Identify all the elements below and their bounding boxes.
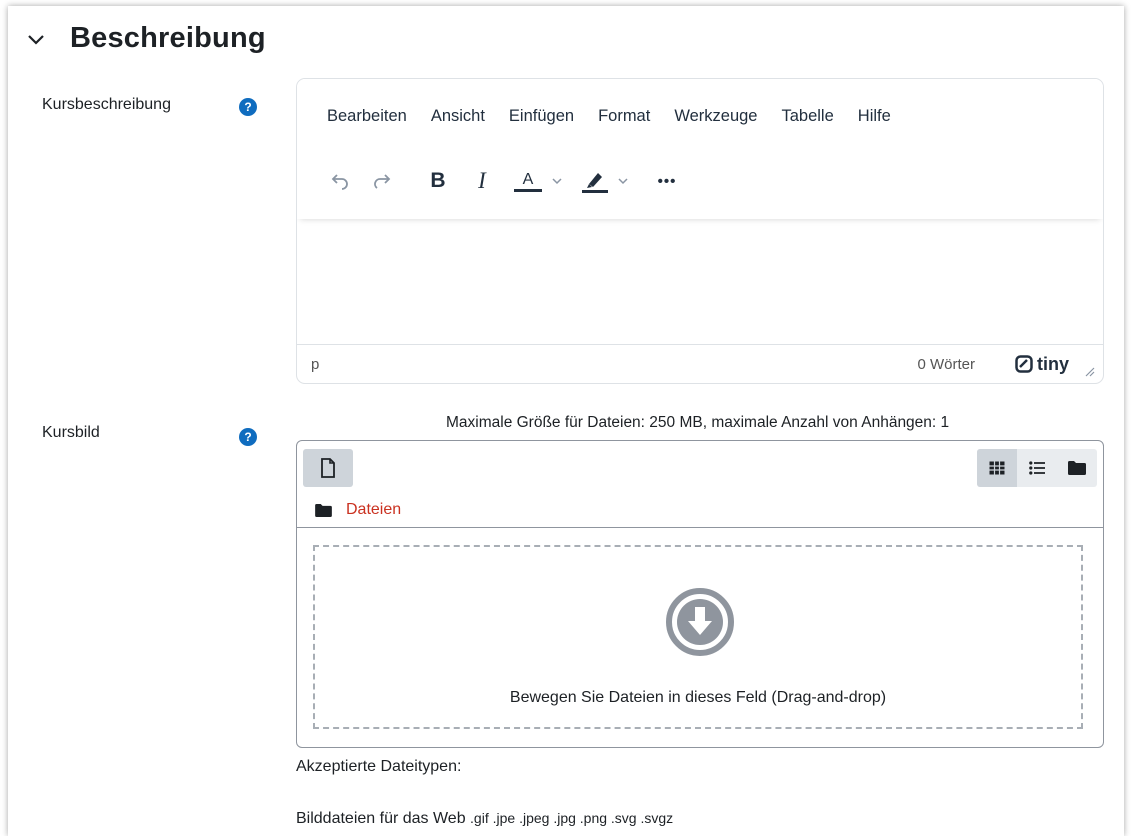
element-path[interactable]: p xyxy=(311,356,319,373)
download-circle-icon xyxy=(666,588,734,656)
chevron-down-icon xyxy=(552,178,562,185)
section-title: Beschreibung xyxy=(70,22,266,54)
accepted-types-title: Akzeptierte Dateitypen: xyxy=(296,758,462,775)
more-button[interactable]: ••• xyxy=(649,163,685,199)
undo-icon xyxy=(331,174,348,190)
menu-format[interactable]: Format xyxy=(598,107,650,126)
chevron-down-icon[interactable] xyxy=(26,29,46,49)
undo-button[interactable] xyxy=(323,163,357,199)
help-icon[interactable]: ? xyxy=(239,428,257,446)
help-icon[interactable]: ? xyxy=(239,98,257,116)
file-manager: Dateien Bewegen Sie Dateien in dieses Fe… xyxy=(296,440,1104,748)
accepted-extensions: .gif .jpe .jpeg .jpg .png .svg .svgz xyxy=(470,810,674,826)
menu-einfuegen[interactable]: Einfügen xyxy=(509,107,574,126)
highlight-button[interactable] xyxy=(575,163,635,199)
drop-zone-text: Bewegen Sie Dateien in dieses Feld (Drag… xyxy=(509,689,887,706)
editor-content-area[interactable] xyxy=(297,219,1103,345)
italic-button[interactable]: I xyxy=(465,163,499,199)
menu-bearbeiten[interactable]: Bearbeiten xyxy=(327,107,407,126)
file-icon xyxy=(321,458,335,478)
drop-zone[interactable]: Bewegen Sie Dateien in dieses Feld (Drag… xyxy=(313,545,1083,729)
editor-menubar: Bearbeiten Ansicht Einfügen Format Werkz… xyxy=(327,107,915,126)
highlight-icon xyxy=(582,173,608,193)
tiny-logo[interactable]: tiny xyxy=(1015,354,1069,375)
grid-icon xyxy=(989,461,1005,475)
tiny-brand-text: tiny xyxy=(1036,353,1069,374)
text-color-button[interactable]: A xyxy=(509,163,569,199)
folder-icon xyxy=(315,503,332,517)
section-header[interactable]: Beschreibung xyxy=(26,22,266,55)
tree-view-button[interactable] xyxy=(1057,449,1097,487)
kursbeschreibung-label: Kursbeschreibung xyxy=(42,96,171,113)
rich-text-editor: Bearbeiten Ansicht Einfügen Format Werkz… xyxy=(296,78,1104,384)
text-color-glyph: A xyxy=(514,171,542,192)
list-view-button[interactable] xyxy=(1017,449,1057,487)
bold-button[interactable]: B xyxy=(421,163,455,199)
editor-toolbar: B I A ••• xyxy=(323,163,685,199)
folder-icon xyxy=(1068,461,1086,475)
menu-werkzeuge[interactable]: Werkzeuge xyxy=(674,107,757,126)
kursbild-label: Kursbild xyxy=(42,424,100,441)
add-file-button[interactable] xyxy=(303,449,353,487)
redo-button[interactable] xyxy=(365,163,399,199)
accepted-types-label: Bilddateien für das Web xyxy=(296,810,466,827)
list-icon xyxy=(1029,461,1045,475)
menu-hilfe[interactable]: Hilfe xyxy=(858,107,891,126)
menu-tabelle[interactable]: Tabelle xyxy=(781,107,833,126)
file-limits-text: Maximale Größe für Dateien: 250 MB, maxi… xyxy=(446,414,950,431)
grid-view-button[interactable] xyxy=(977,449,1017,487)
tiny-logo-icon xyxy=(1015,355,1033,373)
accepted-types-list: Bilddateien für das Web .gif .jpe .jpeg … xyxy=(296,810,673,828)
resize-handle-icon[interactable] xyxy=(1083,365,1095,377)
editor-statusbar: p 0 Wörter tiny xyxy=(297,344,1103,383)
redo-icon xyxy=(374,174,391,189)
chevron-down-icon xyxy=(618,178,628,185)
editor-header: Bearbeiten Ansicht Einfügen Format Werkz… xyxy=(297,79,1103,219)
word-count[interactable]: 0 Wörter xyxy=(917,356,975,373)
menu-ansicht[interactable]: Ansicht xyxy=(431,107,485,126)
view-switcher xyxy=(977,449,1097,487)
path-link-dateien[interactable]: Dateien xyxy=(346,501,401,519)
divider xyxy=(297,527,1103,528)
file-path-breadcrumb: Dateien xyxy=(315,501,401,519)
